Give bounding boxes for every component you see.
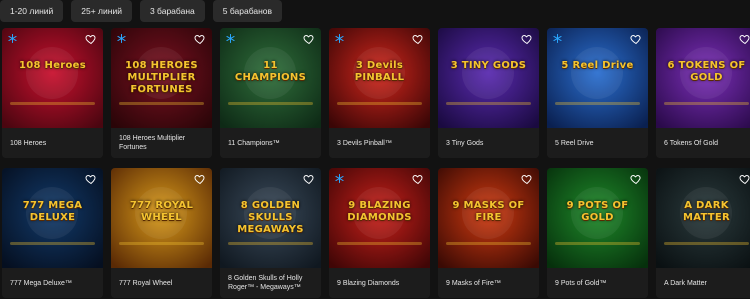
game-thumbnail[interactable]: 6 TOKENS OF GOLD — [656, 28, 750, 128]
game-logo: 5 Reel Drive — [561, 60, 634, 71]
filter-5-reels[interactable]: 5 барабанов — [212, 0, 283, 22]
game-thumbnail[interactable]: 11 CHAMPIONS — [220, 28, 321, 128]
game-thumbnail[interactable]: 8 GOLDEN SKULLS MEGAWAYS — [220, 168, 321, 268]
game-title[interactable]: 777 Mega Deluxe™ — [2, 268, 103, 298]
filter-3-reels[interactable]: 3 барабана — [139, 0, 205, 22]
snowflake-icon — [8, 34, 17, 43]
snowflake-icon — [335, 34, 344, 43]
favorite-heart-icon[interactable] — [630, 173, 642, 185]
favorite-heart-icon[interactable] — [630, 33, 642, 45]
game-title[interactable]: 3 Devils Pinball™ — [329, 128, 430, 158]
game-thumbnail[interactable]: 5 Reel Drive — [547, 28, 648, 128]
filter-25-plus-lines[interactable]: 25+ линий — [71, 0, 132, 22]
game-title[interactable]: 777 Royal Wheel — [111, 268, 212, 298]
game-card[interactable]: 108 Heroes 108 Heroes — [2, 28, 103, 158]
favorite-heart-icon[interactable] — [194, 173, 206, 185]
game-title[interactable]: 11 Champions™ — [220, 128, 321, 158]
game-title[interactable]: 9 Pots of Gold™ — [547, 268, 648, 298]
game-title[interactable]: 6 Tokens Of Gold — [656, 128, 750, 158]
game-title[interactable]: 3 Tiny Gods — [438, 128, 539, 158]
game-thumbnail[interactable]: 777 ROYAL WHEEL — [111, 168, 212, 268]
game-logo: 777 ROYAL WHEEL — [129, 200, 194, 223]
favorite-heart-icon[interactable] — [521, 173, 533, 185]
favorite-heart-icon[interactable] — [194, 33, 206, 45]
game-logo: 11 CHAMPIONS — [234, 60, 307, 83]
game-title[interactable]: 9 Blazing Diamonds — [329, 268, 430, 298]
favorite-heart-icon[interactable] — [85, 173, 97, 185]
favorite-heart-icon[interactable] — [412, 173, 424, 185]
snowflake-icon — [117, 34, 126, 43]
game-card[interactable]: 9 MASKS OF FIRE 9 Masks of Fire™ — [438, 168, 539, 298]
filter-1-20-lines[interactable]: 1-20 линий — [0, 0, 64, 22]
snowflake-icon — [226, 34, 235, 43]
game-title[interactable]: 9 Masks of Fire™ — [438, 268, 539, 298]
favorite-heart-icon[interactable] — [521, 33, 533, 45]
game-thumbnail[interactable]: 777 MEGA DELUXE — [2, 168, 103, 268]
game-logo: 3 Devils PINBALL — [354, 60, 405, 83]
favorite-heart-icon[interactable] — [303, 173, 315, 185]
game-card[interactable]: 9 POTS OF GOLD 9 Pots of Gold™ — [547, 168, 648, 298]
game-thumbnail[interactable]: 9 BLAZING DIAMONDS — [329, 168, 430, 268]
game-card[interactable]: 11 CHAMPIONS 11 Champions™ — [220, 28, 321, 158]
game-logo: 6 TOKENS OF GOLD — [667, 60, 746, 83]
game-logo: 108 HEROES MULTIPLIER FORTUNES — [125, 60, 198, 95]
game-card[interactable]: A DARK MATTER A Dark Matter — [656, 168, 750, 298]
game-thumbnail[interactable]: 3 Devils PINBALL — [329, 28, 430, 128]
game-card[interactable]: 3 Devils PINBALL 3 Devils Pinball™ — [329, 28, 430, 158]
snowflake-icon — [553, 34, 562, 43]
game-card[interactable]: 777 ROYAL WHEEL 777 Royal Wheel — [111, 168, 212, 298]
favorite-heart-icon[interactable] — [412, 33, 424, 45]
game-grid: 108 Heroes 108 Heroes 108 HEROES MULTIPLIE… — [0, 28, 750, 298]
favorite-heart-icon[interactable] — [739, 173, 750, 185]
game-title[interactable]: 108 Heroes Multiplier Fortunes — [111, 128, 212, 158]
game-title[interactable]: 108 Heroes — [2, 128, 103, 158]
game-thumbnail[interactable]: 9 POTS OF GOLD — [547, 168, 648, 268]
filter-bar: 1-20 линий 25+ линий 3 барабана 5 бараба… — [0, 0, 283, 26]
game-thumbnail[interactable]: 3 TINY GODS — [438, 28, 539, 128]
favorite-heart-icon[interactable] — [739, 33, 750, 45]
game-logo: 9 BLAZING DIAMONDS — [347, 200, 412, 223]
snowflake-icon — [335, 174, 344, 183]
game-card[interactable]: 777 MEGA DELUXE 777 Mega Deluxe™ — [2, 168, 103, 298]
game-card[interactable]: 108 HEROES MULTIPLIER FORTUNES 108 Heroes… — [111, 28, 212, 158]
favorite-heart-icon[interactable] — [303, 33, 315, 45]
game-title[interactable]: A Dark Matter — [656, 268, 750, 298]
game-title[interactable]: 5 Reel Drive — [547, 128, 648, 158]
game-thumbnail[interactable]: A DARK MATTER — [656, 168, 750, 268]
game-thumbnail[interactable]: 108 HEROES MULTIPLIER FORTUNES — [111, 28, 212, 128]
game-card[interactable]: 8 GOLDEN SKULLS MEGAWAYS 8 Golden Skulls … — [220, 168, 321, 298]
game-card[interactable]: 5 Reel Drive 5 Reel Drive — [547, 28, 648, 158]
favorite-heart-icon[interactable] — [85, 33, 97, 45]
game-card[interactable]: 6 TOKENS OF GOLD 6 Tokens Of Gold — [656, 28, 750, 158]
game-thumbnail[interactable]: 9 MASKS OF FIRE — [438, 168, 539, 268]
game-thumbnail[interactable]: 108 Heroes — [2, 28, 103, 128]
game-logo: 108 Heroes — [18, 60, 87, 71]
game-logo: 8 GOLDEN SKULLS MEGAWAYS — [237, 200, 304, 235]
game-card[interactable]: 9 BLAZING DIAMONDS 9 Blazing Diamonds — [329, 168, 430, 298]
game-title[interactable]: 8 Golden Skulls of Holly Roger™ - Megawa… — [220, 268, 321, 298]
game-logo: 3 TINY GODS — [450, 60, 527, 71]
game-card[interactable]: 3 TINY GODS 3 Tiny Gods — [438, 28, 539, 158]
game-logo: A DARK MATTER — [682, 200, 731, 223]
game-logo: 9 MASKS OF FIRE — [452, 200, 525, 223]
game-logo: 9 POTS OF GOLD — [566, 200, 629, 223]
game-logo: 777 MEGA DELUXE — [22, 200, 83, 223]
